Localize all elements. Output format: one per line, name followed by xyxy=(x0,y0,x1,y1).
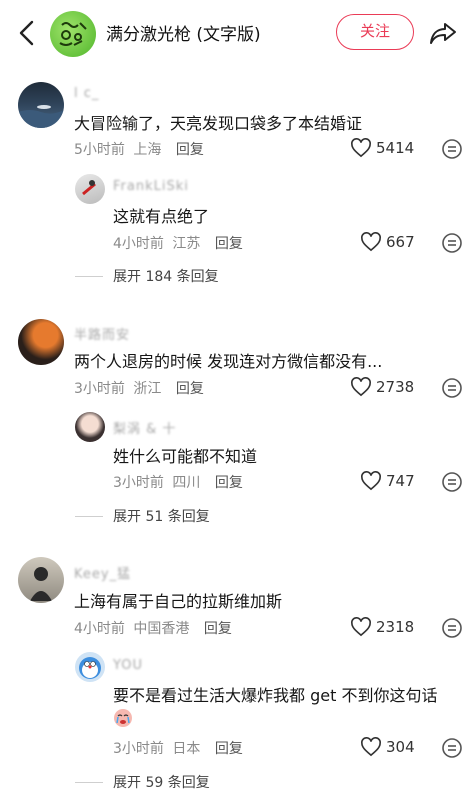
avatar[interactable] xyxy=(18,557,64,603)
comment-menu-icon[interactable] xyxy=(441,377,463,399)
reply-button[interactable]: 回复 xyxy=(176,381,204,397)
like-button[interactable]: 2738 xyxy=(350,377,414,397)
like-button[interactable]: 667 xyxy=(360,232,415,252)
reply-username[interactable]: YOU xyxy=(113,658,143,673)
comment-menu-icon[interactable] xyxy=(441,471,463,493)
like-count: 747 xyxy=(386,472,415,490)
comment-meta: 4小时前 中国香港 回复 xyxy=(74,618,232,638)
comment-text: 大冒险输了，天亮发现口袋多了本结婚证 xyxy=(74,114,363,133)
heart-icon xyxy=(361,232,381,252)
heart-icon xyxy=(351,377,371,397)
comment-username[interactable]: Keey_猛 xyxy=(74,563,131,582)
like-count: 2738 xyxy=(376,378,415,396)
avatar[interactable] xyxy=(18,319,64,365)
person-photo-icon xyxy=(30,567,52,601)
avatar[interactable] xyxy=(75,174,105,204)
comment-location: 上海 xyxy=(133,142,162,158)
share-icon[interactable] xyxy=(428,18,458,48)
back-icon[interactable] xyxy=(16,18,38,48)
reply-location: 四川 xyxy=(172,475,201,491)
like-count: 667 xyxy=(386,233,415,251)
comment-time: 5小时前 xyxy=(74,142,125,158)
reply-location: 日本 xyxy=(172,741,201,757)
reply-meta: 4小时前 江苏 回复 xyxy=(113,233,243,253)
page-title: 满分激光枪 (文字版) xyxy=(106,25,261,45)
reply-username[interactable]: 梨涡 & 十 xyxy=(113,418,176,437)
reply-button[interactable]: 回复 xyxy=(215,236,243,252)
laser-gun-logo-icon xyxy=(59,22,87,46)
comment-menu-icon[interactable] xyxy=(441,737,463,759)
divider xyxy=(75,275,103,277)
avatar[interactable] xyxy=(75,412,105,442)
comment-menu-icon[interactable] xyxy=(441,138,463,160)
comment-time: 4小时前 xyxy=(74,621,125,637)
like-button[interactable]: 747 xyxy=(360,471,415,491)
reply-time: 4小时前 xyxy=(113,236,164,252)
reply-username[interactable]: FrankLiSki xyxy=(113,179,189,194)
comment-menu-icon[interactable] xyxy=(441,617,463,639)
ocean-photo-icon xyxy=(18,105,64,128)
heart-icon xyxy=(351,138,371,158)
reply-text: 要不是看过生活大爆炸我都 get 不到你这句话 xyxy=(113,686,438,705)
like-button[interactable]: 2318 xyxy=(350,617,414,637)
like-count: 2318 xyxy=(376,618,415,636)
reply-button[interactable]: 回复 xyxy=(176,142,204,158)
expand-label: 展开 184 条回复 xyxy=(113,269,219,285)
reply-time: 3小时前 xyxy=(113,475,164,491)
reply-location: 江苏 xyxy=(172,236,201,252)
reply-text: 这就有点绝了 xyxy=(113,207,210,226)
reply-meta: 3小时前 日本 回复 xyxy=(113,738,243,758)
top-bar: 满分激光枪 (文字版) 关注 xyxy=(0,0,475,66)
expand-replies-button[interactable]: 展开 51 条回复 xyxy=(75,506,210,526)
reply-time: 3小时前 xyxy=(113,741,164,757)
comment-username[interactable]: 半路而安 xyxy=(74,324,130,343)
skier-photo-icon xyxy=(82,180,96,196)
heart-icon xyxy=(361,737,381,757)
comment-menu-icon[interactable] xyxy=(441,232,463,254)
expand-label: 展开 59 条回复 xyxy=(113,775,210,791)
divider xyxy=(75,781,103,783)
comment-text: 上海有属于自己的拉斯维加斯 xyxy=(74,592,283,611)
divider xyxy=(75,515,103,517)
comment-location: 中国香港 xyxy=(133,621,190,637)
reply-meta: 3小时前 四川 回复 xyxy=(113,472,243,492)
comment-username[interactable]: l c_ xyxy=(74,86,99,101)
expand-replies-button[interactable]: 展开 184 条回复 xyxy=(75,266,219,286)
like-button[interactable]: 304 xyxy=(360,737,415,757)
reply-button[interactable]: 回复 xyxy=(215,741,243,757)
heart-icon xyxy=(351,617,371,637)
comment-time: 3小时前 xyxy=(74,381,125,397)
avatar[interactable] xyxy=(75,652,105,682)
reply-text: 姓什么可能都不知道 xyxy=(113,447,258,466)
doraemon-icon xyxy=(79,657,101,679)
avatar[interactable] xyxy=(18,82,64,128)
like-count: 304 xyxy=(386,738,415,756)
follow-button[interactable]: 关注 xyxy=(336,14,414,50)
reply-button[interactable]: 回复 xyxy=(204,621,232,637)
like-button[interactable]: 5414 xyxy=(350,138,414,158)
crying-face-emoji-icon xyxy=(114,709,132,727)
like-count: 5414 xyxy=(376,139,415,157)
reply-button[interactable]: 回复 xyxy=(215,475,243,491)
comment-meta: 5小时前 上海 回复 xyxy=(74,139,204,159)
comment-text: 两个人退房的时候 发现连对方微信都没有... xyxy=(74,352,383,371)
comment-meta: 3小时前 浙江 回复 xyxy=(74,378,204,398)
account-avatar[interactable] xyxy=(50,11,96,57)
heart-icon xyxy=(361,471,381,491)
expand-label: 展开 51 条回复 xyxy=(113,509,210,525)
expand-replies-button[interactable]: 展开 59 条回复 xyxy=(75,772,210,792)
comment-location: 浙江 xyxy=(133,381,162,397)
